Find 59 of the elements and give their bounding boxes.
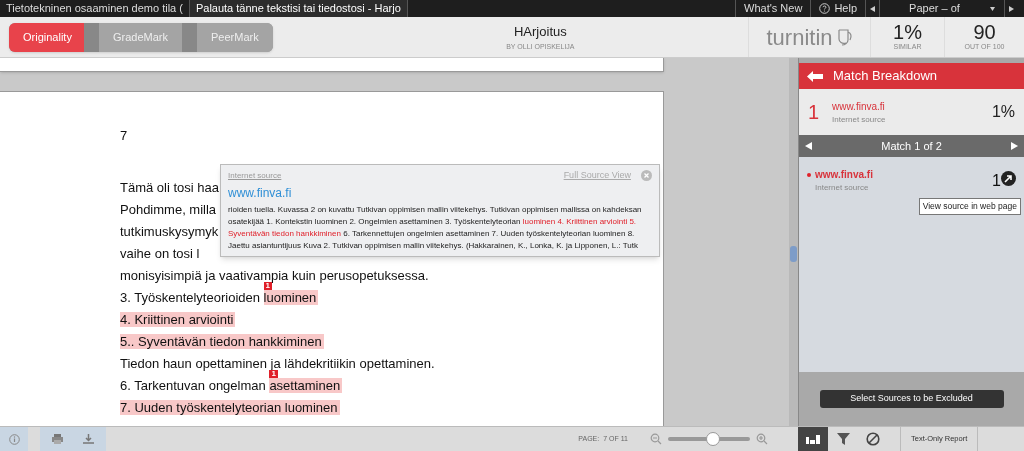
scrollbar-thumb[interactable] (790, 246, 797, 262)
highlighted-text: asettaminen (269, 378, 343, 393)
grade-score: 90 (973, 21, 996, 42)
match-percent: 1 (992, 171, 1001, 191)
filter-icon (836, 433, 850, 445)
mode-tab[interactable]: Originality (9, 22, 84, 52)
zoom-out-icon[interactable] (650, 433, 662, 445)
highlighted-text: 4. Kriittinen arviointi (120, 312, 236, 327)
document-text: monisyisimpiä ja vaativampia kuin perusopetuksessa. (120, 268, 429, 283)
info-icon[interactable] (0, 427, 28, 451)
previous-match-button[interactable] (805, 142, 812, 150)
bar-chart-icon (806, 434, 820, 444)
document-text: 6. Tarkentuvan ongelman (120, 378, 267, 393)
assignment-tab[interactable]: Palauta tänne tekstisi tai tiedostosi - Harjo (189, 0, 408, 17)
scrollbar[interactable] (789, 58, 798, 426)
highlighted-text: 7. Uuden työskentelyteorian luominen (120, 400, 340, 415)
document-text: Pohdimme, milla (120, 202, 217, 217)
tooltip: View source in web page (918, 198, 1021, 215)
match-counter: Match 1 of 2 (881, 138, 942, 154)
next-match-button[interactable] (1011, 142, 1018, 150)
previous-arrow-icon (870, 5, 875, 12)
help-icon (819, 3, 831, 14)
close-icon[interactable] (641, 170, 652, 182)
external-link-icon[interactable] (1001, 171, 1016, 186)
download-icon[interactable] (83, 434, 94, 444)
match-number-badge[interactable]: 1 (263, 282, 273, 290)
source-type: Internet source (832, 113, 887, 126)
panel-tab[interactable] (798, 427, 828, 451)
source-row[interactable]: 1 www.finva.fi Internet source 1% (799, 89, 1024, 135)
mode-separator-icon (182, 22, 198, 52)
zoom-slider[interactable] (668, 431, 750, 447)
highlighted-text: 5.. Syventävän tiedon hankkiminen (120, 334, 324, 349)
panel-title: Match Breakdown (833, 67, 938, 86)
document-text: vaihe on tosi l (120, 246, 200, 261)
similarity-percent: 1% (893, 21, 922, 42)
zoom-slider-thumb[interactable] (706, 432, 721, 446)
back-arrow-icon[interactable] (807, 70, 823, 82)
exclude-sources-button[interactable]: Select Sources to be Excluded (819, 390, 1004, 408)
match-source-type: Internet source (815, 182, 870, 194)
document-text: Tämä oli tosi haa (120, 180, 219, 195)
mode-separator-icon (84, 22, 99, 52)
turnitin-logo: turnitin (766, 23, 833, 52)
match-number-badge[interactable]: 1 (269, 370, 278, 378)
source-percent: 1% (991, 102, 1015, 122)
dropdown-caret-icon (989, 6, 995, 11)
document-text: 3. Työskentelyteorioiden (120, 290, 261, 305)
ban-icon (866, 432, 880, 446)
source-type-label: Internet source (228, 169, 282, 182)
page-number: 7 (120, 127, 129, 145)
next-arrow-icon (1009, 5, 1014, 12)
paper-title: HArjoitus (514, 23, 567, 41)
document-text: Tiedon haun opettaminen ja lähdekritiikin opettaminen. (120, 356, 435, 371)
source-excerpt: rioiden tuella. Kuvassa 2 on kuvattu Tutkivan oppimisen mallin viitekehys. Tutkivan oppimisen mallissa on kahdeksan osatekijää 1. Kontekstin luominen 2. Ongelmien asettaminen 3. Työskentelyteorian luominen 4. Kriittinen arviointi 5. Syventävän tiedon hankkiminen 6. Tarkennettujen ongelmien asettaminen 7. Uuden työskentelyteorian luominen 8. Jaettu asiantuntijuus Kuva 2. Tutkivan oppimisen mallin viitekehys. (Hakkarainen, K., Lonka, K. ja Lipponen, L.: Tutk (228, 203, 643, 252)
print-icon[interactable] (52, 434, 63, 444)
source-name: www.finva.fi (832, 99, 886, 114)
highlighted-text: luominen (263, 290, 319, 305)
zoom-in-icon[interactable] (756, 433, 768, 445)
document-text: tutkimuskysymyk (120, 224, 219, 239)
source-number: 1 (808, 100, 821, 125)
